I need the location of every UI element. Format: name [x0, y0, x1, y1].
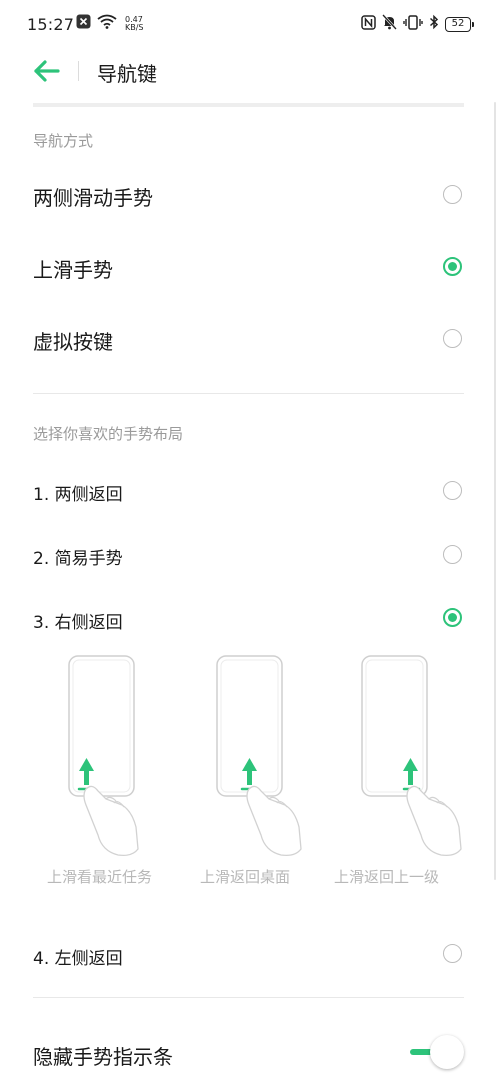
section-header-gesture-layout: 选择你喜欢的手势布局	[33, 425, 184, 443]
hide-indicator-toggle[interactable]	[410, 1035, 464, 1069]
section-divider	[33, 997, 464, 998]
layout-option-right-side-back[interactable]: 3. 右侧返回	[0, 588, 497, 648]
section-divider	[33, 393, 464, 394]
radio-button[interactable]	[443, 545, 462, 564]
layout-option-both-sides-back[interactable]: 1. 两侧返回	[0, 460, 497, 520]
radio-button[interactable]	[443, 329, 462, 348]
toolbar: 导航键	[0, 50, 497, 92]
radio-button[interactable]	[443, 481, 462, 500]
scrollbar[interactable]	[494, 102, 496, 880]
vibrate-icon	[403, 14, 423, 34]
header-separator	[33, 103, 464, 107]
phone-swipe-up-icon	[361, 655, 462, 857]
radio-button-selected[interactable]	[443, 257, 462, 276]
option-label: 4. 左侧返回	[33, 949, 123, 969]
illustration-caption: 上滑看最近任务	[47, 868, 153, 886]
nav-option-virtual-keys[interactable]: 虚拟按键	[0, 304, 497, 374]
status-bar: 15:27 0.47 KB/S 52	[0, 0, 497, 50]
nav-option-swipe-up[interactable]: 上滑手势	[0, 232, 497, 302]
nav-option-side-swipe[interactable]: 两侧滑动手势	[0, 160, 497, 230]
radio-button[interactable]	[443, 185, 462, 204]
battery-icon: 52	[445, 16, 474, 32]
option-label: 2. 简易手势	[33, 549, 123, 569]
option-label: 两侧滑动手势	[33, 186, 153, 210]
bluetooth-icon	[429, 14, 439, 34]
gesture-illustration-back	[333, 655, 463, 860]
illustration-caption: 上滑返回上一级	[334, 868, 440, 886]
layout-option-left-side-back[interactable]: 4. 左侧返回	[0, 924, 497, 984]
option-label: 上滑手势	[33, 258, 113, 282]
back-arrow-icon	[34, 60, 60, 82]
toggle-knob	[430, 1035, 464, 1069]
gesture-illustration-recent-tasks	[40, 655, 170, 860]
phone-swipe-up-icon	[216, 655, 302, 857]
hide-indicator-label: 隐藏手势指示条	[33, 1045, 173, 1069]
radio-button[interactable]	[443, 944, 462, 963]
toolbar-divider	[78, 61, 79, 81]
nfc-icon	[361, 14, 376, 34]
phone-swipe-up-icon	[68, 655, 139, 857]
back-button[interactable]	[32, 58, 62, 84]
page-title: 导航键	[97, 62, 157, 86]
mute-bell-icon	[382, 14, 397, 34]
radio-button-selected[interactable]	[443, 608, 462, 627]
status-time: 15:27	[27, 15, 75, 34]
illustration-caption: 上滑返回桌面	[200, 868, 291, 886]
section-header-nav-mode: 导航方式	[33, 132, 94, 150]
notification-close-icon	[76, 14, 91, 33]
option-label: 虚拟按键	[33, 330, 113, 354]
wifi-icon	[97, 14, 117, 33]
gesture-illustration-home	[187, 655, 317, 860]
option-label: 1. 两侧返回	[33, 485, 123, 505]
option-label: 3. 右侧返回	[33, 613, 123, 633]
layout-option-simple-gesture[interactable]: 2. 简易手势	[0, 524, 497, 584]
network-speed: 0.47 KB/S	[125, 14, 144, 32]
